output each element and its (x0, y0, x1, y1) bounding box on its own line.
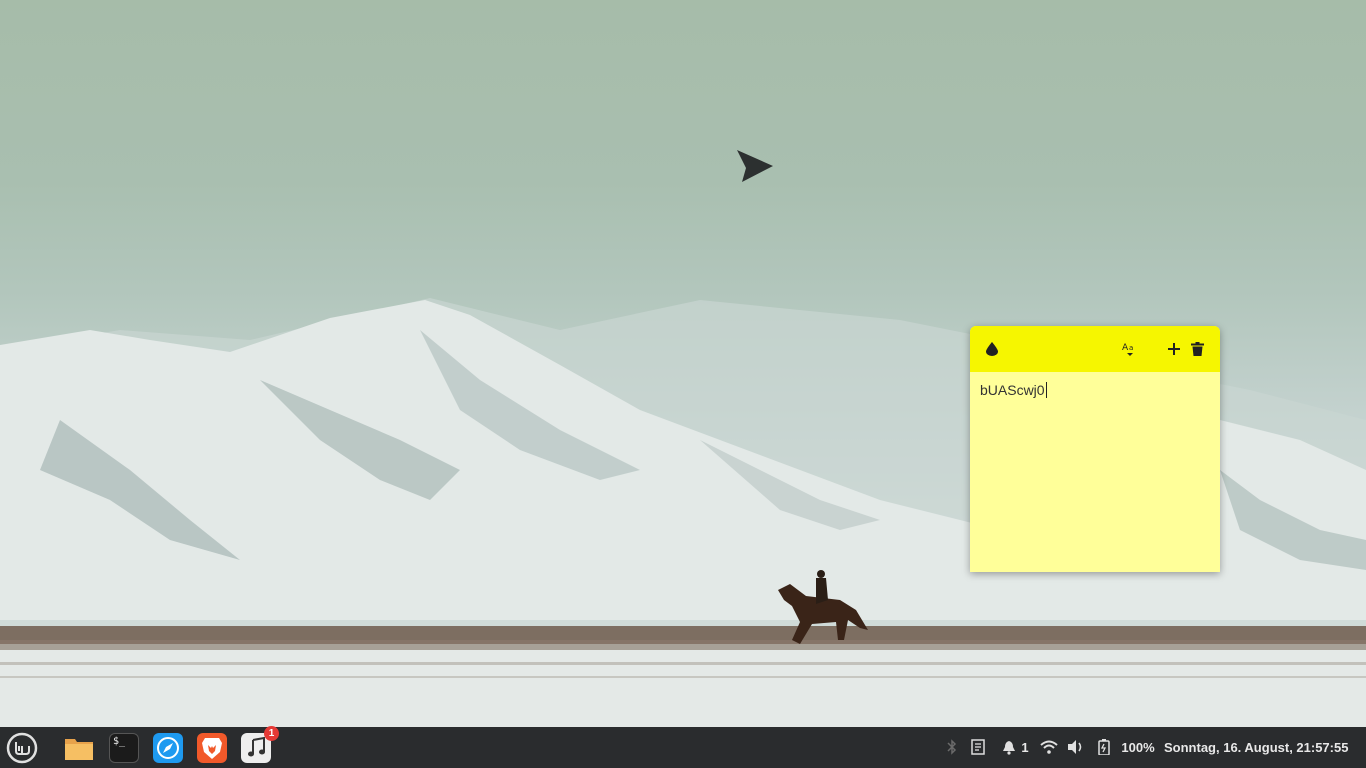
clock[interactable]: Sonntag, 16. August, 21:57:55 (1164, 737, 1356, 757)
wifi-icon[interactable] (1038, 737, 1060, 757)
svg-text:a: a (1129, 344, 1133, 352)
sticky-note-text[interactable]: bUAScwj0 (980, 382, 1047, 398)
drop-icon[interactable] (981, 338, 1003, 360)
sticky-note-body[interactable]: bUAScwj0 (970, 372, 1220, 408)
plus-icon[interactable] (1163, 338, 1185, 360)
brave-lion-icon[interactable] (197, 733, 227, 763)
trash-icon[interactable] (1186, 338, 1208, 360)
compass-icon[interactable] (153, 733, 183, 763)
sticky-note-toolbar: A a (970, 326, 1220, 372)
font-size-icon[interactable]: A a (1119, 338, 1141, 360)
notification-badge: 1 (264, 726, 279, 741)
volume-icon[interactable] (1066, 737, 1086, 757)
notification-count: 1 (1021, 739, 1029, 755)
battery-icon[interactable] (1096, 737, 1112, 757)
music-note-icon[interactable]: 1 (241, 726, 279, 763)
sticky-note-window[interactable]: A a bUAScwj0 (970, 326, 1220, 572)
terminal-icon[interactable]: $_ (109, 733, 139, 763)
taskbar: $_ 1 1 100% Sonntag, 16. August, 21:57:5… (0, 726, 1366, 768)
notification-bell-icon[interactable] (1000, 737, 1018, 757)
linux-mint-logo-icon[interactable] (6, 732, 38, 764)
notes-tray-icon[interactable] (970, 737, 986, 757)
svg-text:A: A (1122, 343, 1129, 353)
terminal-glyph: $_ (113, 736, 126, 747)
bluetooth-icon[interactable] (945, 737, 959, 757)
folder-icon[interactable] (64, 733, 94, 763)
battery-percentage: 100% (1121, 739, 1155, 755)
desktop[interactable]: A a bUAScwj0 (0, 0, 1366, 727)
